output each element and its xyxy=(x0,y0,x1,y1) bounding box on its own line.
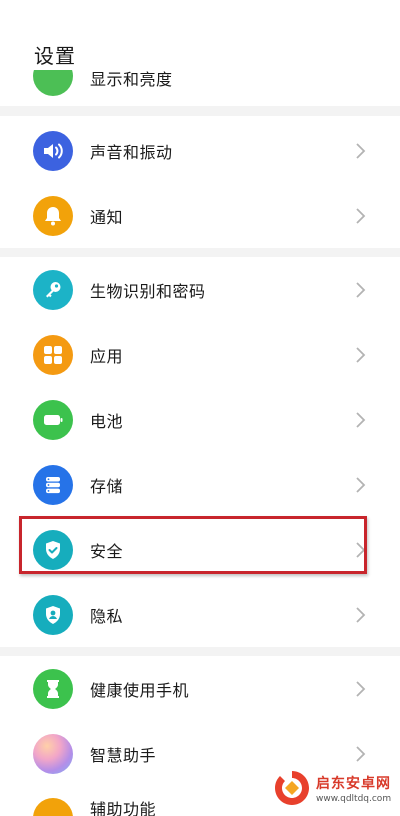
row-privacy[interactable]: 隐私 xyxy=(0,582,400,647)
row-apps-label: 应用 xyxy=(90,346,124,366)
chevron-right-icon xyxy=(356,142,366,159)
row-sound-label: 声音和振动 xyxy=(90,142,173,162)
assistant-icon xyxy=(33,733,73,774)
row-display-label: 显示和亮度 xyxy=(90,70,173,89)
row-battery-label: 电池 xyxy=(90,411,124,431)
chevron-right-icon xyxy=(356,346,366,363)
row-health[interactable]: 健康使用手机 xyxy=(0,656,400,721)
hand-icon xyxy=(33,798,73,816)
watermark: 启东安卓网 www.qdltdq.com xyxy=(270,760,400,816)
chevron-right-icon xyxy=(356,476,366,493)
row-sound[interactable]: 声音和振动 xyxy=(0,118,400,183)
storage-icon xyxy=(33,464,73,505)
page-title: 设置 xyxy=(34,44,76,68)
row-assistant-label: 智慧助手 xyxy=(90,745,157,765)
row-health-label: 健康使用手机 xyxy=(90,680,190,700)
section-gap xyxy=(0,106,400,116)
watermark-title: 启东安卓网 xyxy=(316,775,391,792)
chevron-right-icon xyxy=(356,411,366,428)
row-storage-label: 存储 xyxy=(90,476,124,496)
chevron-right-icon xyxy=(356,541,366,558)
row-battery[interactable]: 电池 xyxy=(0,387,400,452)
apps-grid-icon xyxy=(33,334,73,375)
hourglass-icon xyxy=(33,668,73,709)
row-notify-label: 通知 xyxy=(90,207,124,227)
row-privacy-label: 隐私 xyxy=(90,606,124,626)
bell-icon xyxy=(33,195,73,236)
row-storage[interactable]: 存储 xyxy=(0,452,400,517)
row-apps[interactable]: 应用 xyxy=(0,322,400,387)
row-accessibility-label: 辅助功能 xyxy=(90,800,157,816)
row-biometrics[interactable]: 生物识别和密码 xyxy=(0,257,400,322)
chevron-right-icon xyxy=(356,281,366,298)
battery-icon xyxy=(33,399,73,440)
status-bar xyxy=(0,0,400,22)
row-security-label: 安全 xyxy=(90,541,124,561)
row-biometrics-label: 生物识别和密码 xyxy=(90,281,206,301)
privacy-shield-icon xyxy=(33,594,73,635)
speaker-icon xyxy=(33,130,73,171)
row-security[interactable]: 安全 xyxy=(0,517,400,582)
chevron-right-icon xyxy=(356,606,366,623)
row-notify[interactable]: 通知 xyxy=(0,183,400,248)
watermark-url: www.qdltdq.com xyxy=(316,793,392,804)
watermark-logo-icon xyxy=(275,771,309,805)
key-icon xyxy=(33,269,73,310)
chevron-right-icon xyxy=(356,207,366,224)
shield-check-icon xyxy=(33,529,73,570)
chevron-right-icon xyxy=(356,680,366,697)
